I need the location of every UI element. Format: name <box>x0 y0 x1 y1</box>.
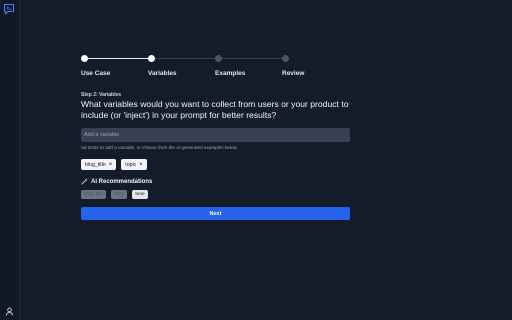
variable-chip-label: blog_title <box>85 161 106 168</box>
selected-variables: blog_title × topic × <box>81 159 147 170</box>
step-dot-use-case[interactable] <box>81 55 88 62</box>
page-title: What variables would you want to collect… <box>81 99 349 120</box>
variable-input[interactable] <box>81 128 350 142</box>
ai-recommendations-title: AI Recommendations <box>91 178 153 185</box>
step-dot-examples[interactable] <box>215 55 222 62</box>
prompt-terminal-icon[interactable] <box>3 3 15 15</box>
stepper: Use Case Variables Examples Review <box>81 55 350 85</box>
recommendation-tone[interactable]: tone <box>132 190 148 199</box>
input-hint: Hit Enter to add a variable, or choose f… <box>81 145 238 150</box>
step-dot-variables[interactable] <box>148 55 155 62</box>
step-label-review[interactable]: Review <box>282 70 304 77</box>
recommendation-blog-title[interactable]: blog_title <box>81 190 107 199</box>
stepper-progress <box>84 58 152 59</box>
magic-wand-icon <box>81 178 88 185</box>
step-label-variables[interactable]: Variables <box>148 70 177 77</box>
recommendation-topic[interactable]: topic <box>111 190 128 199</box>
variable-chip-label: topic <box>125 161 137 168</box>
next-button[interactable]: Next <box>81 207 350 220</box>
ai-recommendations-heading: AI Recommendations <box>81 178 152 185</box>
remove-icon[interactable]: × <box>139 162 143 168</box>
user-icon[interactable] <box>5 307 14 316</box>
variable-chip-blog-title: blog_title × <box>81 159 117 170</box>
step-dot-review[interactable] <box>282 55 289 62</box>
variable-chip-topic: topic × <box>121 159 147 170</box>
remove-icon[interactable]: × <box>109 162 113 168</box>
sidebar <box>0 0 20 320</box>
step-label-examples[interactable]: Examples <box>215 70 245 77</box>
ai-recommendation-list: blog_title topic tone <box>81 190 148 199</box>
step-label-use-case[interactable]: Use Case <box>81 70 110 77</box>
step-kicker: Step 2: Variables <box>81 92 122 98</box>
